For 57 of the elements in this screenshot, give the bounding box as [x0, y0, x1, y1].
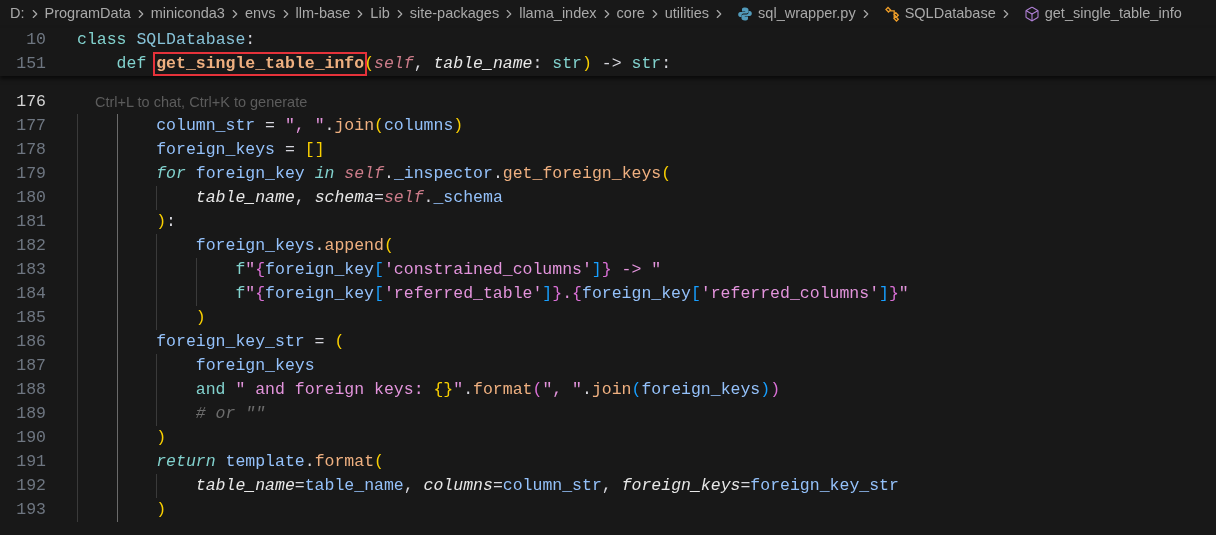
breadcrumb-item[interactable]: ProgramData [44, 3, 131, 25]
code-line: ): [156, 211, 176, 233]
breadcrumb-item[interactable]: site-packages [409, 3, 500, 25]
line-number: 183 [15, 259, 46, 281]
code-line: f"{foreign_key['constrained_columns']} -> " [235, 259, 662, 281]
class-icon [883, 6, 900, 22]
inline-hint: Ctrl+L to chat, Ctrl+K to generate [95, 93, 308, 112]
line-number: 185 [15, 307, 46, 329]
line-number: 178 [15, 139, 46, 161]
code-line: ) [156, 427, 167, 449]
line-number: 192 [15, 475, 46, 497]
breadcrumb-item[interactable]: utilities [664, 3, 710, 25]
line-number: 179 [15, 163, 46, 185]
code-line: column_str = ", ".join(columns) [156, 115, 464, 137]
breadcrumb-item[interactable]: llama_index [519, 3, 597, 25]
breadcrumb-item[interactable]: llm-base [295, 3, 351, 25]
code-line: ) [195, 307, 206, 329]
code-line: foreign_key_str = ( [156, 331, 345, 353]
code-line: f"{foreign_key['referred_table']}.{foreign_key['referred_columns']}" [235, 283, 909, 305]
line-number: 184 [15, 283, 46, 305]
python-file-icon [737, 6, 754, 22]
breadcrumb-item[interactable]: envs [244, 3, 276, 25]
breadcrumb-item[interactable]: D: [10, 3, 25, 25]
line-number: 176 [15, 91, 46, 113]
line-number: 187 [15, 355, 46, 377]
line-number: 181 [15, 211, 46, 233]
breadcrumb-item[interactable]: sql_wrapper.py [758, 3, 856, 25]
code-text: def [116, 53, 148, 75]
breadcrumb-item[interactable]: miniconda3 [150, 3, 225, 25]
line-number: 186 [15, 331, 46, 353]
line-number: 191 [15, 451, 46, 473]
line-number: 151 [15, 53, 46, 75]
line-number: 182 [15, 235, 46, 257]
line-number: 180 [15, 187, 46, 209]
line-number: 193 [15, 499, 46, 521]
line-number: 189 [15, 403, 46, 425]
code-line: table_name, schema=self._schema [195, 187, 503, 209]
code-line: for foreign_key in self._inspector.get_foreign_keys( [156, 163, 672, 185]
code-line: and " and foreign keys: {}".format(", ".join(foreign_keys)) [195, 379, 781, 401]
code-line: foreign_keys [195, 355, 315, 377]
method-icon [1023, 6, 1040, 22]
code-line: foreign_keys = [] [156, 139, 325, 161]
line-number: 190 [15, 427, 46, 449]
breadcrumb-item[interactable]: Lib [370, 3, 390, 25]
line-number: 10 [25, 29, 46, 51]
code-line: # or "" [195, 403, 266, 425]
breadcrumb-item[interactable]: get_single_table_info [1044, 3, 1182, 25]
code-line: foreign_keys.append( [195, 235, 394, 257]
line-number: 188 [15, 379, 46, 401]
code-line: ) [156, 499, 167, 521]
code-line: return template.format( [156, 451, 384, 473]
code-line: class SQLDatabase: [77, 29, 256, 51]
breadcrumb-item[interactable]: SQLDatabase [904, 3, 996, 25]
highlighted-function-name: get_single_table_info [153, 52, 368, 76]
code-line: table_name=table_name, columns=column_str, foreign_keys=foreign_key_str [195, 475, 899, 497]
breadcrumb-item[interactable]: core [616, 3, 645, 25]
line-number: 177 [15, 115, 46, 137]
